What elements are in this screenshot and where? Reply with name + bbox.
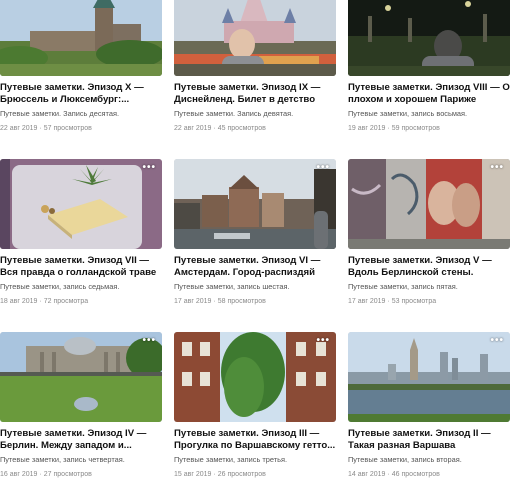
article-subtitle: Путевые заметки, запись восьмая. (348, 109, 468, 118)
article-title[interactable]: Путевые заметки. Эпизод IV — Берлин. Меж… (0, 428, 162, 451)
article-subtitle: Путевые заметки. Запись десятая. (0, 109, 120, 118)
articles-grid: Путевые заметки. Эпизод X — Брюссель и Л… (0, 0, 517, 480)
article-subtitle: Путевые заметки, запись третья. (174, 455, 287, 464)
article-title[interactable]: Путевые заметки. Эпизод IX — Диснейленд.… (174, 82, 336, 105)
article-meta: 18 авг 2019 · 72 просмотра (0, 298, 89, 305)
article-title[interactable]: Путевые заметки. Эпизод X — Брюссель и Л… (0, 82, 162, 105)
article-views: 72 просмотра (43, 298, 89, 305)
article-date: 14 авг 2019 (348, 471, 386, 478)
article-title[interactable]: Путевые заметки. Эпизод III — Прогулка п… (174, 428, 336, 451)
article-card[interactable]: ••• Путевые заметки. Эпизод VI — Амстерд… (174, 159, 336, 306)
warsaw-ghetto-photo (174, 332, 336, 422)
berlin-wall-photo (348, 159, 510, 249)
article-meta: 22 авг 2019 · 45 просмотров (174, 125, 266, 132)
article-subtitle: Путевые заметки. Запись девятая. (174, 109, 294, 118)
article-date: 22 авг 2019 (0, 125, 38, 132)
article-date: 17 авг 2019 (174, 298, 212, 305)
article-views: 58 просмотров (217, 298, 266, 305)
article-meta: 17 авг 2019 · 58 просмотров (174, 298, 266, 305)
article-thumbnail[interactable]: ••• (348, 332, 510, 422)
article-card[interactable]: ••• Путевые заметки. Эпизод III — Прогул… (174, 332, 336, 479)
article-views: 57 просмотров (43, 125, 92, 132)
article-views: 46 просмотров (391, 471, 440, 478)
article-subtitle: Путевые заметки, запись шестая. (174, 282, 290, 291)
article-views: 59 просмотров (391, 125, 440, 132)
article-card[interactable]: ••• Путевые заметки. Эпизод V — Вдоль Бе… (348, 159, 510, 306)
paris-night-photo (348, 0, 510, 76)
article-views: 26 просмотров (217, 471, 266, 478)
article-card[interactable]: Путевые заметки. Эпизод IX — Диснейленд.… (174, 0, 336, 133)
article-views: 45 просмотров (217, 125, 266, 132)
article-card[interactable]: ••• Путевые заметки. Эпизод IV — Берлин.… (0, 332, 162, 479)
article-subtitle: Путевые заметки, запись пятая. (348, 282, 458, 291)
chocolate-package-photo (0, 159, 162, 249)
more-dots-icon[interactable]: ••• (490, 336, 504, 346)
article-card[interactable]: ••• Путевые заметки. Эпизод II — Такая р… (348, 332, 510, 479)
article-card[interactable]: Путевые заметки. Эпизод VIII — О плохом … (348, 0, 510, 133)
amsterdam-canal-photo (174, 159, 336, 249)
article-thumbnail[interactable]: ••• (348, 159, 510, 249)
article-title[interactable]: Путевые заметки. Эпизод VIII — О плохом … (348, 82, 510, 105)
article-date: 17 авг 2019 (348, 298, 386, 305)
article-date: 15 авг 2019 (174, 471, 212, 478)
article-card[interactable]: Путевые заметки. Эпизод X — Брюссель и Л… (0, 0, 162, 133)
more-dots-icon[interactable]: ••• (490, 163, 504, 173)
article-title[interactable]: Путевые заметки. Эпизод II — Такая разна… (348, 428, 510, 451)
article-title[interactable]: Путевые заметки. Эпизод VII — Вся правда… (0, 255, 162, 278)
article-views: 27 просмотров (43, 471, 92, 478)
more-dots-icon[interactable]: ••• (142, 336, 156, 346)
warsaw-skyline-photo (348, 332, 510, 422)
article-date: 19 авг 2019 (348, 125, 386, 132)
article-thumbnail[interactable] (0, 0, 162, 76)
more-dots-icon[interactable]: ••• (142, 163, 156, 173)
article-meta: 17 авг 2019 · 53 просмотра (348, 298, 437, 305)
article-date: 22 авг 2019 (174, 125, 212, 132)
article-meta: 15 авг 2019 · 26 просмотров (174, 471, 266, 478)
article-thumbnail[interactable]: ••• (174, 159, 336, 249)
article-subtitle: Путевые заметки, запись седьмая. (0, 282, 120, 291)
article-card[interactable]: ••• Путевые заметки. Эпизод VII — Вся пр… (0, 159, 162, 306)
article-meta: 22 авг 2019 · 57 просмотров (0, 125, 92, 132)
more-dots-icon[interactable]: ••• (316, 163, 330, 173)
article-thumbnail[interactable] (348, 0, 510, 76)
article-thumbnail[interactable] (174, 0, 336, 76)
more-dots-icon[interactable]: ••• (316, 336, 330, 346)
article-thumbnail[interactable]: ••• (0, 159, 162, 249)
disneyland-photo (174, 0, 336, 76)
article-date: 18 авг 2019 (0, 298, 38, 305)
article-meta: 16 авг 2019 · 27 просмотров (0, 471, 92, 478)
article-meta: 19 авг 2019 · 59 просмотров (348, 125, 440, 132)
article-subtitle: Путевые заметки, запись четвертая. (0, 455, 125, 464)
article-thumbnail[interactable]: ••• (0, 332, 162, 422)
article-subtitle: Путевые заметки, запись вторая. (348, 455, 462, 464)
article-thumbnail[interactable]: ••• (174, 332, 336, 422)
reichstag-photo (0, 332, 162, 422)
article-title[interactable]: Путевые заметки. Эпизод VI — Амстердам. … (174, 255, 336, 278)
article-title[interactable]: Путевые заметки. Эпизод V — Вдоль Берлин… (348, 255, 510, 278)
brussels-photo (0, 0, 162, 76)
article-meta: 14 авг 2019 · 46 просмотров (348, 471, 440, 478)
article-views: 53 просмотра (391, 298, 437, 305)
article-date: 16 авг 2019 (0, 471, 38, 478)
